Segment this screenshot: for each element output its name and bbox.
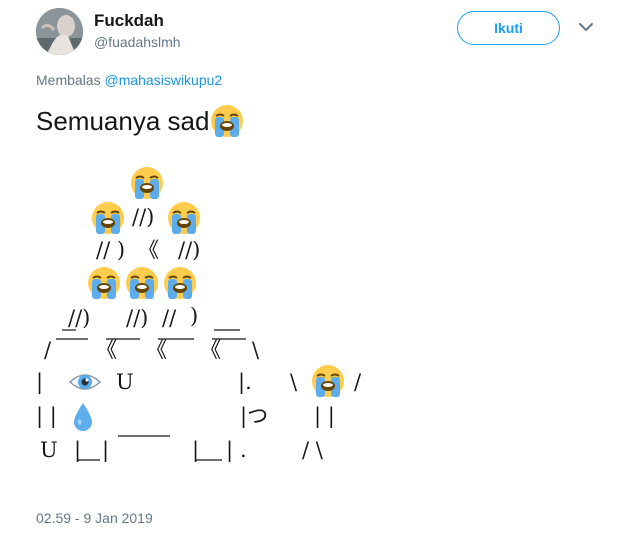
droplet-icon bbox=[74, 403, 92, 431]
user-handle[interactable]: @fuadahslmh bbox=[94, 34, 181, 50]
crying-face-icon bbox=[168, 202, 200, 234]
tweet-text: Semuanya sad bbox=[36, 103, 245, 139]
art-line: 《 bbox=[200, 338, 221, 362]
art-line: U bbox=[40, 438, 58, 462]
crying-face-icon bbox=[92, 202, 124, 234]
crying-face-icon bbox=[312, 365, 344, 397]
mention-link[interactable]: @mahasiswikupu2 bbox=[104, 72, 222, 88]
crying-face-icon bbox=[126, 267, 158, 299]
display-name[interactable]: Fuckdah bbox=[94, 11, 164, 31]
crying-face-icon bbox=[88, 267, 120, 299]
avatar-image bbox=[36, 8, 83, 55]
art-line: //) bbox=[126, 306, 149, 330]
art-line: |つ bbox=[240, 404, 269, 428]
art-line: //) bbox=[132, 205, 155, 229]
art-line: . bbox=[240, 438, 247, 462]
follow-button[interactable]: Ikuti bbox=[457, 11, 560, 45]
art-line: / \ bbox=[302, 438, 323, 462]
art-line: //) bbox=[178, 238, 201, 262]
crying-face-icon bbox=[131, 167, 163, 199]
reply-context: Membalas @mahasiswikupu2 bbox=[36, 72, 222, 88]
chevron-down-icon[interactable] bbox=[578, 21, 594, 33]
art-line: | | bbox=[314, 404, 335, 428]
reply-prefix: Membalas bbox=[36, 72, 101, 88]
tweet-text-content: Semuanya sad bbox=[36, 105, 210, 136]
art-line: //) bbox=[68, 306, 91, 330]
art-line: |. bbox=[238, 370, 252, 394]
art-line: 《 bbox=[146, 338, 167, 362]
art-line: | bbox=[74, 438, 82, 462]
art-line: / bbox=[44, 338, 52, 362]
art-line: \ bbox=[252, 338, 260, 362]
art-line: | bbox=[102, 438, 110, 462]
tweet-timestamp[interactable]: 02.59 - 9 Jan 2019 bbox=[36, 510, 153, 526]
crying-face-icon bbox=[164, 267, 196, 299]
loudly-crying-face-icon bbox=[211, 105, 244, 137]
avatar[interactable] bbox=[36, 8, 83, 55]
art-line: U bbox=[116, 370, 134, 394]
art-line: | bbox=[226, 438, 234, 462]
art-line: // ) bbox=[96, 238, 126, 262]
art-line: \ bbox=[290, 370, 298, 394]
eye-icon bbox=[68, 374, 102, 390]
art-line: | bbox=[36, 370, 44, 394]
art-line: // bbox=[162, 306, 177, 330]
art-line: 《 bbox=[138, 238, 159, 262]
art-line: 《 bbox=[96, 338, 117, 362]
art-line: | | bbox=[36, 404, 57, 428]
art-line: ) bbox=[190, 304, 199, 328]
art-line: / bbox=[354, 370, 362, 394]
art-line: | bbox=[192, 438, 200, 462]
